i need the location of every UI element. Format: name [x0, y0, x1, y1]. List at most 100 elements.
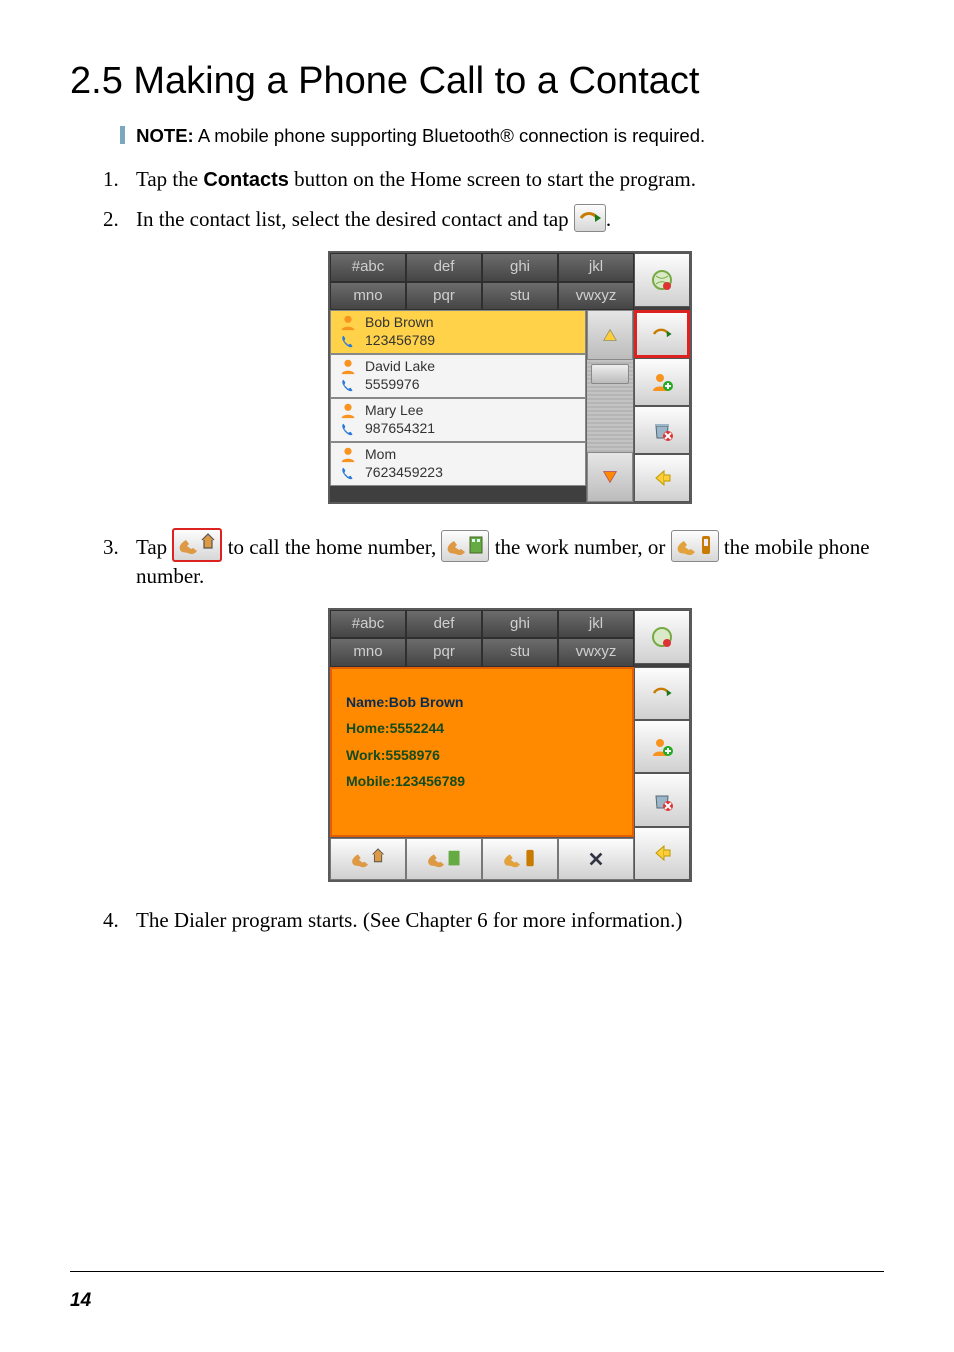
key-abc[interactable]: #abc	[330, 610, 406, 638]
triangle-up-icon	[601, 326, 619, 344]
contact-list: Bob Brown123456789 David Lake5559976	[330, 310, 586, 502]
note-bar-icon	[120, 126, 125, 144]
phone-icon	[339, 333, 357, 351]
key-def[interactable]: def	[406, 610, 482, 638]
step2-text: In the contact list, select the desired …	[136, 207, 574, 231]
key-pqr[interactable]: pqr	[406, 638, 482, 666]
key-stu[interactable]: stu	[482, 282, 558, 310]
delete-button[interactable]	[634, 406, 690, 454]
key-jkl[interactable]: jkl	[558, 253, 634, 281]
dial-button[interactable]	[634, 310, 690, 358]
key-mno[interactable]: mno	[330, 638, 406, 666]
person-icon	[339, 401, 357, 419]
add-contact-button[interactable]	[634, 358, 690, 406]
trash-icon	[650, 418, 674, 442]
key-abc[interactable]: #abc	[330, 253, 406, 281]
back-arrow-icon	[650, 841, 674, 865]
dial-arrow-icon	[575, 205, 605, 231]
contacts-app-screenshot-1: #abc def ghi jkl mno pqr stu vwxyz	[328, 251, 692, 504]
call-mobile-button-inline[interactable]	[671, 530, 719, 562]
note: NOTE: A mobile phone supporting Bluetoot…	[120, 125, 884, 147]
call-work-button[interactable]	[406, 838, 482, 880]
contact-name: Mary Lee	[365, 402, 435, 420]
step-3: Tap to call the home number, the work nu…	[124, 528, 884, 882]
detail-mobile-value: 123456789	[395, 773, 465, 789]
call-home-button-inline[interactable]	[172, 528, 222, 562]
call-mobile-icon	[499, 844, 541, 874]
step4-text: The Dialer program starts. (See Chapter …	[136, 908, 682, 932]
close-icon	[587, 850, 605, 868]
key-ghi[interactable]: ghi	[482, 253, 558, 281]
contact-item-mom[interactable]: Mom7623459223	[330, 442, 586, 486]
key-mno[interactable]: mno	[330, 282, 406, 310]
call-mobile-button[interactable]	[482, 838, 558, 880]
scrollbar[interactable]	[586, 310, 634, 502]
key-pqr[interactable]: pqr	[406, 282, 482, 310]
phone-icon	[339, 377, 357, 395]
delete-button[interactable]	[634, 773, 690, 826]
detail-home-label: Home:	[346, 720, 390, 736]
contact-name: David Lake	[365, 358, 435, 376]
step3-a: Tap	[136, 535, 172, 559]
globe-icon	[650, 268, 674, 292]
scroll-thumb[interactable]	[591, 364, 629, 384]
key-vwxyz[interactable]: vwxyz	[558, 638, 634, 666]
person-icon	[339, 357, 357, 375]
add-person-icon	[650, 370, 674, 394]
note-label: NOTE:	[136, 125, 194, 146]
contact-number: 5559976	[365, 376, 435, 394]
key-vwxyz[interactable]: vwxyz	[558, 282, 634, 310]
call-home-icon	[347, 844, 389, 874]
key-ghi[interactable]: ghi	[482, 610, 558, 638]
dial-arrow-icon	[650, 322, 674, 346]
contacts-app-screenshot-2: #abc def ghi jkl mno pqr stu vwxyz	[328, 608, 692, 882]
phone-icon	[339, 421, 357, 439]
call-work-button-inline[interactable]	[441, 530, 489, 562]
contact-detail-panel: Name:Bob Brown Home:5552244 Work:5558976…	[330, 667, 634, 837]
globe-icon	[650, 625, 674, 649]
scroll-up-button[interactable]	[587, 310, 633, 360]
detail-mobile-label: Mobile:	[346, 773, 395, 789]
call-home-icon	[174, 530, 220, 560]
person-icon	[339, 313, 357, 331]
detail-work-label: Work:	[346, 747, 385, 763]
dial-arrow-button[interactable]	[574, 204, 606, 232]
scroll-down-button[interactable]	[587, 452, 633, 502]
phone-icon	[339, 465, 357, 483]
step3-b: to call the home number,	[228, 535, 442, 559]
back-button[interactable]	[634, 454, 690, 502]
call-home-button[interactable]	[330, 838, 406, 880]
detail-home-value: 5552244	[390, 720, 445, 736]
alpha-keypad: #abc def ghi jkl mno pqr stu vwxyz	[330, 610, 634, 667]
person-icon	[339, 445, 357, 463]
call-work-icon	[423, 844, 465, 874]
detail-name-label: Name:	[346, 694, 389, 710]
footer-rule	[70, 1271, 884, 1272]
close-button[interactable]	[558, 838, 634, 880]
step1-prefix: Tap the	[136, 167, 203, 191]
add-contact-button[interactable]	[634, 720, 690, 773]
add-person-icon	[650, 735, 674, 759]
step1-suffix: button on the Home screen to start the p…	[289, 167, 696, 191]
key-stu[interactable]: stu	[482, 638, 558, 666]
call-mobile-icon	[672, 531, 718, 561]
contact-item-bob-brown[interactable]: Bob Brown123456789	[330, 310, 586, 354]
dial-arrow-icon	[650, 681, 674, 705]
step-2: In the contact list, select the desired …	[124, 204, 884, 504]
globe-button[interactable]	[634, 610, 690, 664]
detail-name-value: Bob Brown	[389, 694, 464, 710]
back-arrow-icon	[650, 466, 674, 490]
contact-name: Mom	[365, 446, 443, 464]
section-heading: 2.5 Making a Phone Call to a Contact	[70, 60, 884, 103]
step-4: The Dialer program starts. (See Chapter …	[124, 906, 884, 934]
back-button[interactable]	[634, 827, 690, 880]
contact-item-david-lake[interactable]: David Lake5559976	[330, 354, 586, 398]
scroll-track[interactable]	[587, 360, 633, 452]
triangle-down-icon	[601, 468, 619, 486]
key-jkl[interactable]: jkl	[558, 610, 634, 638]
globe-button[interactable]	[634, 253, 690, 307]
alpha-keypad: #abc def ghi jkl mno pqr stu vwxyz	[330, 253, 634, 310]
contact-item-mary-lee[interactable]: Mary Lee987654321	[330, 398, 586, 442]
dial-button[interactable]	[634, 667, 690, 720]
key-def[interactable]: def	[406, 253, 482, 281]
